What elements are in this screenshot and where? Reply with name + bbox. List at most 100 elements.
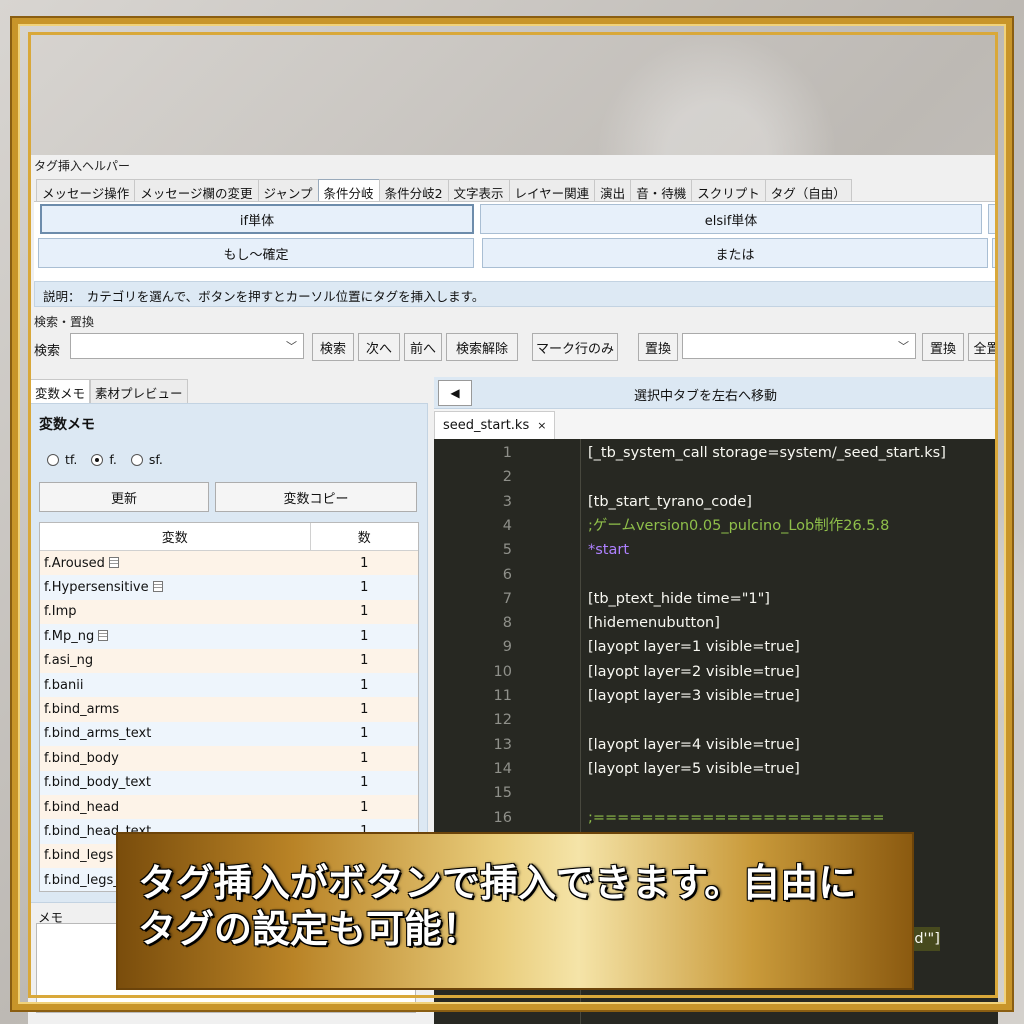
variable-name: f.banii <box>44 677 84 693</box>
line-number: 14 <box>493 760 512 777</box>
code-text: [tb_start_tyrano_code] <box>588 493 752 510</box>
code-text: [hidemenubutton] <box>588 615 720 632</box>
variable-count-cell: 1 <box>360 604 369 620</box>
elsif-single-button[interactable]: elsif単体 <box>480 204 982 234</box>
replace-button[interactable]: 置換 <box>922 333 964 361</box>
line-number: 11 <box>493 688 512 704</box>
code-text: [layopt layer=1 visible=true] <box>588 639 800 656</box>
move-tab-left-button[interactable]: ◀ <box>438 380 472 406</box>
file-tab-label: seed_start.ks <box>443 418 530 433</box>
variable-name-cell: f.asi_ng <box>40 653 311 668</box>
or-button[interactable]: または <box>482 238 988 268</box>
table-row[interactable]: f.Aroused 1 <box>40 551 418 576</box>
radio-dot-icon <box>47 453 59 466</box>
table-row[interactable]: f.Imp 1 <box>40 599 418 625</box>
tab-sound-wait[interactable]: 音・待機 <box>630 179 693 201</box>
radio-dot-icon <box>91 453 104 466</box>
table-row[interactable]: f.banii 1 <box>40 672 418 698</box>
radio-tf[interactable]: tf. <box>47 452 77 467</box>
note-icon <box>152 581 163 593</box>
variable-count-cell: 1 <box>360 653 369 669</box>
tab-text-display[interactable]: 文字表示 <box>447 179 510 201</box>
variable-name: f.asi_ng <box>44 653 94 669</box>
code-text: [layopt layer=2 visible=true] <box>588 663 800 680</box>
search-row: 検索 ﹀ 検索 次へ 前へ 検索解除 マーク行のみ 置換 ﹀ 置換 全置換 <box>32 333 998 363</box>
tab-free-tag[interactable]: タグ（自由） <box>764 179 852 201</box>
variable-name-cell: f.bind_body_text <box>40 775 311 790</box>
tab-conditional[interactable]: 条件分岐 <box>317 179 380 201</box>
if-single-button[interactable]: if単体 <box>40 204 474 234</box>
line-number: 5 <box>502 542 512 559</box>
search-input[interactable]: ﹀ <box>70 333 304 359</box>
radio-f[interactable]: f. <box>91 452 117 467</box>
code-line: 8 [hidemenubutton] <box>434 611 998 635</box>
table-row[interactable]: f.bind_body_text 1 <box>40 770 418 795</box>
variable-name: f.bind_body_text <box>44 775 151 791</box>
table-header: 変数 数 <box>40 523 418 551</box>
if-confirm-button[interactable]: もし〜確定 <box>38 238 474 268</box>
table-row[interactable]: f.bind_arms_text 1 <box>40 721 418 747</box>
column-header-count[interactable]: 数 <box>311 523 418 550</box>
tab-asset-preview[interactable]: 素材プレビュー <box>90 379 188 403</box>
table-row[interactable]: f.Mp_ng 1 <box>40 624 418 649</box>
variable-count-cell: 1 <box>360 580 369 596</box>
caption-line-1: タグ挿入がボタンで挿入できます。自由に <box>138 861 857 905</box>
tag-button-partial[interactable] <box>988 204 998 234</box>
table-row[interactable]: f.Hypersensitive 1 <box>40 575 418 600</box>
tab-jump[interactable]: ジャンプ <box>257 179 319 201</box>
variable-name: f.Mp_ng <box>44 628 95 644</box>
search-group-title: 検索・置換 <box>32 313 97 330</box>
variable-count-cell: 1 <box>360 750 369 766</box>
next-button[interactable]: 次へ <box>358 333 400 361</box>
code-text: [tb_ptext_hide time="1"] <box>588 590 770 607</box>
search-label: 検索 <box>34 344 61 359</box>
table-row[interactable]: f.bind_head 1 <box>40 794 418 820</box>
tag-button-partial-2[interactable] <box>992 238 998 268</box>
code-line: 5 *start <box>434 538 998 562</box>
caption-line-2: タグの設定も可能！ <box>138 907 481 951</box>
tab-effects[interactable]: 演出 <box>594 179 632 201</box>
mark-lines-only-button[interactable]: マーク行のみ <box>532 333 618 361</box>
code-line: 14 [layopt layer=5 visible=true] <box>434 757 998 781</box>
search-button[interactable]: 検索 <box>312 333 354 361</box>
line-number: 2 <box>502 469 512 486</box>
table-row[interactable]: f.asi_ng 1 <box>40 648 418 673</box>
line-number: 8 <box>502 615 512 632</box>
refresh-button[interactable]: 更新 <box>39 482 209 512</box>
close-icon[interactable]: × <box>537 419 546 432</box>
copy-variables-button[interactable]: 変数コピー <box>215 482 417 512</box>
tag-category-tabs: メッセージ操作 メッセージ欄の変更 ジャンプ 条件分岐 条件分岐2 文字表示 レ… <box>36 179 852 201</box>
variable-name: f.Aroused <box>44 555 105 571</box>
variable-name-cell: f.bind_arms_text <box>40 726 311 741</box>
column-header-variable[interactable]: 変数 <box>40 523 311 550</box>
tab-conditional-2[interactable]: 条件分岐2 <box>378 179 449 201</box>
variable-count-cell: 1 <box>360 628 369 644</box>
tab-variable-memo[interactable]: 変数メモ <box>30 379 91 403</box>
code-line: 11 [layopt layer=3 visible=true] <box>434 684 998 708</box>
replace-input[interactable]: ﹀ <box>682 333 916 359</box>
variable-name: f.bind_arms_text <box>44 726 152 742</box>
variable-count-cell: 1 <box>360 702 369 718</box>
variable-name-cell: f.banii <box>40 678 311 693</box>
tab-message-ops[interactable]: メッセージ操作 <box>36 179 136 201</box>
replace-all-button[interactable]: 全置換 <box>968 333 998 361</box>
line-number: 16 <box>493 809 512 826</box>
variable-memo-title: 変数メモ <box>39 417 95 433</box>
variable-name: f.bind_arms <box>44 702 120 718</box>
tab-message-window[interactable]: メッセージ欄の変更 <box>134 179 259 201</box>
variable-count-cell: 1 <box>360 775 369 791</box>
clear-search-button[interactable]: 検索解除 <box>446 333 518 361</box>
tab-layer[interactable]: レイヤー関連 <box>508 179 596 201</box>
code-line: 7 [tb_ptext_hide time="1"] <box>434 587 998 611</box>
code-text: ;ゲームversion0.05_pulcino_Lob制作26.5.8 <box>588 517 890 534</box>
code-text: [layopt layer=3 visible=true] <box>588 688 800 704</box>
file-tab-seed-start[interactable]: seed_start.ks × <box>434 411 556 439</box>
table-row[interactable]: f.bind_arms 1 <box>40 697 418 722</box>
code-text: [layopt layer=5 visible=true] <box>588 760 800 777</box>
tab-script[interactable]: スクリプト <box>691 179 766 201</box>
table-row[interactable]: f.bind_body 1 <box>40 746 418 771</box>
prev-button[interactable]: 前へ <box>404 333 442 361</box>
radio-sf[interactable]: sf. <box>130 452 163 467</box>
code-text: ;======================== <box>588 809 885 826</box>
radio-label: tf. <box>65 452 78 467</box>
